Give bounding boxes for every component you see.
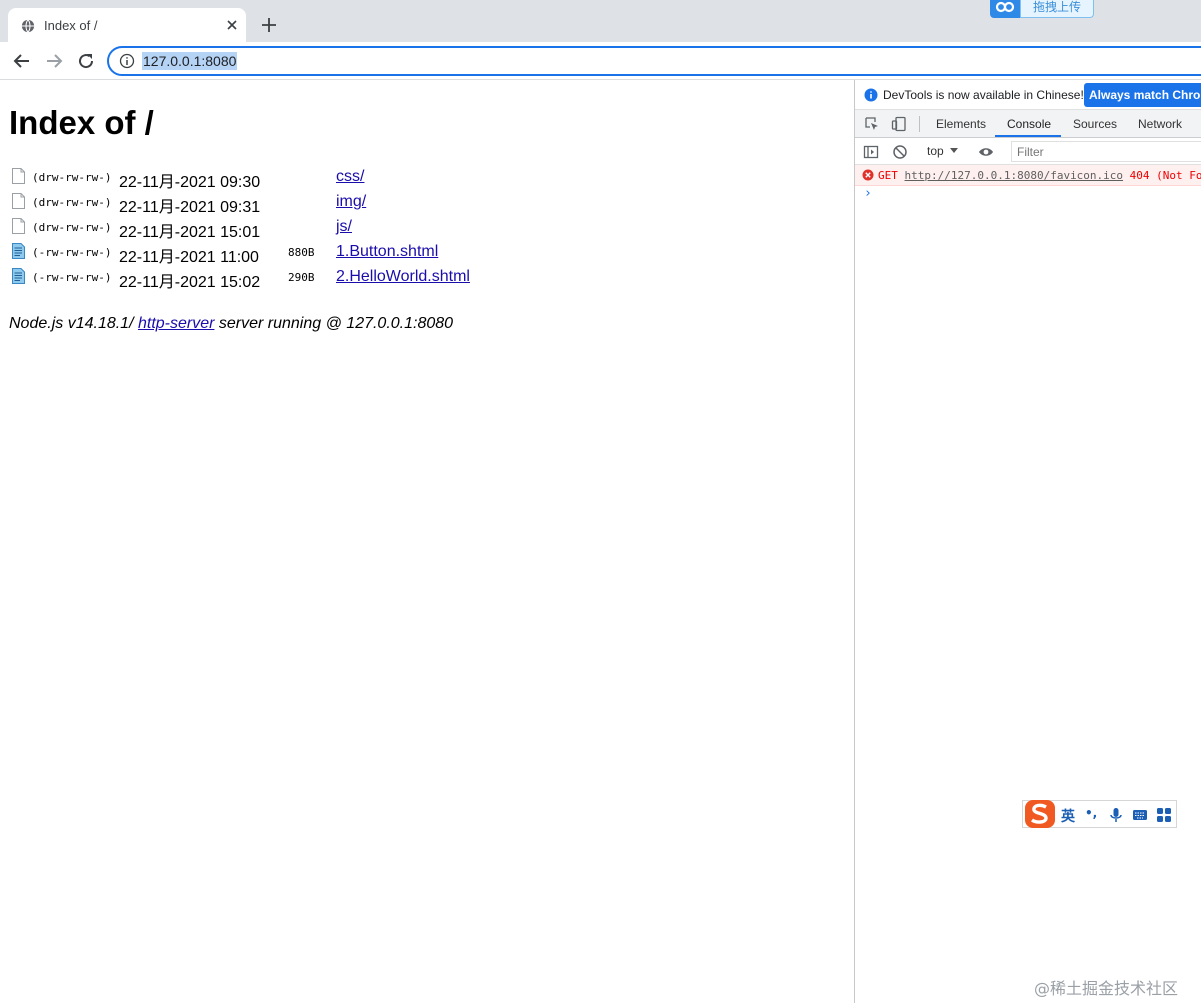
file-date: 22-11月-2021 15:01 (119, 224, 261, 241)
info-icon (864, 88, 878, 102)
console-toolbar: top (855, 138, 1201, 165)
listing-row: (drw-rw-rw-) 22-11月-2021 09:31 img/ (12, 192, 612, 216)
ime-language[interactable]: 英 (1061, 806, 1075, 826)
info-icon[interactable] (119, 53, 135, 69)
back-arrow-icon[interactable] (12, 51, 32, 71)
microphone-icon[interactable] (1108, 807, 1124, 823)
footer-suffix: server running @ 127.0.0.1:8080 (214, 315, 454, 332)
file-permissions: (drw-rw-rw-) (32, 196, 112, 209)
blank-file-icon (12, 168, 25, 184)
listing-row: (-rw-rw-rw-) 22-11月-2021 15:02 290B 2.Hello… (12, 267, 612, 291)
file-permissions: (-rw-rw-rw-) (32, 246, 112, 259)
error-method: GET (878, 169, 898, 182)
file-date: 22-11月-2021 11:00 (119, 249, 259, 266)
text-file-icon (12, 268, 25, 284)
upload-extension[interactable]: 拖拽上传 (990, 0, 1094, 18)
drag-upload-button[interactable]: 拖拽上传 (1020, 0, 1094, 18)
server-footer: Node.js v14.18.1/ http-server server run… (9, 315, 453, 333)
always-match-button[interactable]: Always match Chrom (1084, 83, 1201, 107)
device-toggle-icon[interactable] (891, 116, 907, 132)
file-size: 290B (288, 271, 315, 284)
grid-icon[interactable] (1156, 807, 1172, 823)
error-url-link[interactable]: http://127.0.0.1:8080/favicon.ico (905, 169, 1124, 182)
keyboard-icon[interactable] (1132, 807, 1148, 823)
close-icon[interactable] (224, 17, 240, 33)
file-date: 22-11月-2021 09:31 (119, 199, 261, 216)
clear-console-icon[interactable] (892, 144, 908, 160)
browser-toolbar: 127.0.0.1:8080 (0, 42, 1201, 80)
page-title: Index of / (9, 104, 154, 141)
inspect-element-icon[interactable] (864, 116, 880, 132)
toolbar-divider (919, 116, 920, 132)
eye-icon[interactable] (978, 144, 994, 160)
file-date: 22-11月-2021 15:02 (119, 274, 261, 291)
tab-network[interactable]: Network (1138, 117, 1182, 131)
tab-console[interactable]: Console (1007, 117, 1051, 131)
listing-row: (drw-rw-rw-) 22-11月-2021 15:01 js/ (12, 217, 612, 241)
file-permissions: (-rw-rw-rw-) (32, 271, 112, 284)
error-status: 404 (Not Fo (1129, 169, 1201, 182)
tab-strip: Index of / 拖拽上传 (0, 0, 1201, 42)
text-file-icon (12, 243, 25, 259)
file-link[interactable]: 2.HelloWorld.shtml (336, 268, 470, 286)
baidu-netdisk-icon (990, 0, 1020, 18)
reload-icon[interactable] (76, 51, 96, 71)
watermark-text: @稀土掘金技术社区 (1034, 979, 1179, 998)
console-filter-input[interactable] (1011, 141, 1201, 162)
context-select[interactable]: top (927, 144, 944, 158)
s-logo-icon[interactable] (1023, 799, 1057, 829)
devtools-panel: DevTools is now available in Chinese! Al… (854, 80, 1201, 1003)
plus-icon[interactable] (260, 16, 278, 34)
devtools-tabbar: Elements Console Sources Network (855, 110, 1201, 138)
http-server-link[interactable]: http-server (138, 315, 214, 332)
devtools-infobar: DevTools is now available in Chinese! Al… (855, 80, 1201, 110)
console-prompt[interactable]: › (864, 186, 872, 201)
listing-row: (drw-rw-rw-) 22-11月-2021 09:30 css/ (12, 167, 612, 191)
browser-tab[interactable]: Index of / (8, 8, 246, 42)
blank-file-icon (12, 218, 25, 234)
file-size: 880B (288, 246, 315, 259)
error-icon (862, 169, 874, 181)
infobar-text: DevTools is now available in Chinese! (883, 88, 1084, 102)
footer-prefix: Node.js v14.18.1/ (9, 315, 138, 332)
forward-arrow-icon[interactable] (44, 51, 64, 71)
globe-icon (21, 19, 35, 33)
file-date: 22-11月-2021 09:30 (119, 174, 261, 191)
file-link[interactable]: css/ (336, 168, 364, 186)
url-text[interactable]: 127.0.0.1:8080 (142, 52, 238, 70)
file-permissions: (drw-rw-rw-) (32, 171, 112, 184)
address-bar[interactable]: 127.0.0.1:8080 (107, 46, 1201, 76)
file-permissions: (drw-rw-rw-) (32, 221, 112, 234)
tab-sources[interactable]: Sources (1073, 117, 1117, 131)
file-link[interactable]: js/ (336, 218, 352, 236)
chevron-down-icon[interactable] (950, 148, 958, 153)
ime-toolbar[interactable]: 英 •, (1022, 800, 1177, 828)
tab-title: Index of / (44, 18, 98, 33)
ime-punctuation[interactable]: •, (1085, 806, 1097, 820)
active-tab-indicator (995, 135, 1061, 137)
file-link[interactable]: img/ (336, 193, 366, 211)
tab-elements[interactable]: Elements (936, 117, 986, 131)
page-content: Index of / (drw-rw-rw-) 22-11月-2021 09:30… (0, 80, 854, 1003)
error-text: GET http://127.0.0.1:8080/favicon.ico 40… (878, 169, 1201, 182)
file-link[interactable]: 1.Button.shtml (336, 243, 438, 261)
blank-file-icon (12, 193, 25, 209)
listing-row: (-rw-rw-rw-) 22-11月-2021 11:00 880B 1.Butto… (12, 242, 612, 266)
sidebar-toggle-icon[interactable] (863, 144, 879, 160)
console-error-message: GET http://127.0.0.1:8080/favicon.ico 40… (855, 165, 1201, 186)
